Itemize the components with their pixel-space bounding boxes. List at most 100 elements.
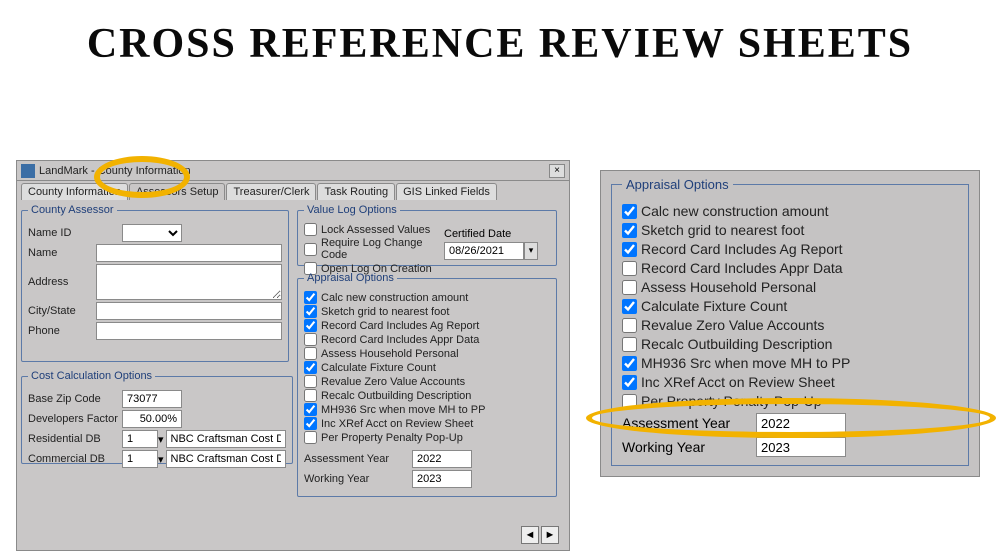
chk-mh936-src-when-move-mh-to-pp[interactable] [304,403,317,416]
base-zip-input[interactable] [122,390,182,408]
chk-revalue-zero-value-accounts[interactable] [304,375,317,388]
address-input[interactable] [96,264,282,300]
label-res-db: Residential DB [28,433,122,445]
lbl-revalue-zero-value-accounts-zoom: Revalue Zero Value Accounts [641,317,824,333]
res-db-num[interactable] [122,430,158,448]
chk-record-card-includes-ag-report-zoom[interactable] [622,242,637,257]
chk-require-log-change[interactable] [304,243,317,256]
lbl-sketch-grid-to-nearest-foot: Sketch grid to nearest foot [321,306,449,318]
chk-per-property-penalty-pop-up[interactable] [304,431,317,444]
phone-input[interactable] [96,322,282,340]
lbl-per-property-penalty-pop-up: Per Property Penalty Pop-Up [321,432,463,444]
chk-record-card-includes-appr-data-zoom[interactable] [622,261,637,276]
chk-sketch-grid-to-nearest-foot[interactable] [304,305,317,318]
label-phone: Phone [28,325,96,337]
certified-date-picker-button[interactable]: ▾ [524,242,538,260]
chk-assess-household-personal[interactable] [304,347,317,360]
lbl-calc-new-construction-amount: Calc new construction amount [321,292,468,304]
com-db-num[interactable] [122,450,158,468]
working-year-input-zoom[interactable] [756,437,846,457]
tab-treasurer-clerk[interactable]: Treasurer/Clerk [226,183,316,200]
lbl-record-card-includes-appr-data: Record Card Includes Appr Data [321,334,479,346]
legend-county-assessor: County Assessor [28,204,117,216]
label-assessment-year: Assessment Year [304,453,412,465]
lbl-recalc-outbuilding-description-zoom: Recalc Outbuilding Description [641,336,832,352]
chk-record-card-includes-ag-report[interactable] [304,319,317,332]
chk-sketch-grid-to-nearest-foot-zoom[interactable] [622,223,637,238]
chk-recalc-outbuilding-description-zoom[interactable] [622,337,637,352]
lbl-assess-household-personal-zoom: Assess Household Personal [641,279,816,295]
lbl-inc-xref-acct-on-review-sheet-zoom: Inc XRef Acct on Review Sheet [641,374,835,390]
com-db-src[interactable] [166,450,286,468]
window-body: County Assessor Name ID Name Address Cit… [17,200,569,550]
group-appraisal-zoom: Appraisal Options Calc new construction … [611,177,969,466]
chk-revalue-zero-value-accounts-zoom[interactable] [622,318,637,333]
group-appraisal: Appraisal Options Calc new construction … [297,272,557,497]
label-certified-date: Certified Date [444,228,550,240]
app-icon [21,164,35,178]
close-button[interactable]: × [549,164,565,178]
working-year-input[interactable] [412,470,472,488]
lbl-inc-xref-acct-on-review-sheet: Inc XRef Acct on Review Sheet [321,418,473,430]
group-county-assessor: County Assessor Name ID Name Address Cit… [21,204,289,362]
chk-per-property-penalty-pop-up-zoom[interactable] [622,394,637,409]
assessment-year-input[interactable] [412,450,472,468]
chk-calculate-fixture-count-zoom[interactable] [622,299,637,314]
label-working-year: Working Year [304,473,412,485]
chk-recalc-outbuilding-description[interactable] [304,389,317,402]
appraisal-options-panel-zoom: Appraisal Options Calc new construction … [600,170,980,477]
legend-value-log: Value Log Options [304,204,400,216]
label-assessment-year-zoom: Assessment Year [622,415,756,431]
chk-mh936-src-when-move-mh-to-pp-zoom[interactable] [622,356,637,371]
res-db-drop[interactable]: ▾ [158,433,164,446]
group-value-log: Value Log Options Lock Assessed Values R… [297,204,557,266]
prev-button[interactable]: ◄ [521,526,539,544]
next-button[interactable]: ► [541,526,559,544]
legend-appraisal: Appraisal Options [304,272,397,284]
chk-record-card-includes-appr-data[interactable] [304,333,317,346]
lbl-calc-new-construction-amount-zoom: Calc new construction amount [641,203,829,219]
lbl-lock-assessed: Lock Assessed Values [321,224,430,236]
county-info-window: LandMark - County Information × County I… [16,160,570,551]
assessment-year-input-zoom[interactable] [756,413,846,433]
lbl-record-card-includes-ag-report-zoom: Record Card Includes Ag Report [641,241,843,257]
lbl-record-card-includes-appr-data-zoom: Record Card Includes Appr Data [641,260,843,276]
label-base-zip: Base Zip Code [28,393,122,405]
city-state-input[interactable] [96,302,282,320]
name-id-select[interactable] [122,224,182,242]
legend-cost-calc: Cost Calculation Options [28,370,155,382]
tab-assessors-setup[interactable]: Assessors Setup [129,183,226,200]
lbl-require-log-change: Require Log Change Code [321,237,444,261]
name-input[interactable] [96,244,282,262]
chk-calc-new-construction-amount-zoom[interactable] [622,204,637,219]
legend-appraisal-zoom: Appraisal Options [622,177,733,192]
certified-date-input[interactable] [444,242,524,260]
label-dev-factor: Developers Factor [28,413,122,425]
label-working-year-zoom: Working Year [622,439,756,455]
group-cost-calc: Cost Calculation Options Base Zip Code D… [21,370,293,464]
window-title: LandMark - County Information [39,165,549,177]
titlebar: LandMark - County Information × [17,161,569,181]
chk-calculate-fixture-count[interactable] [304,361,317,374]
chk-inc-xref-acct-on-review-sheet[interactable] [304,417,317,430]
tab-county-information[interactable]: County Information [21,183,128,200]
lbl-recalc-outbuilding-description: Recalc Outbuilding Description [321,390,471,402]
chk-lock-assessed[interactable] [304,223,317,236]
tabs: County Information Assessors Setup Treas… [17,181,569,200]
tab-task-routing[interactable]: Task Routing [317,183,395,200]
page-title: CROSS REFERENCE REVIEW SHEETS [0,20,1000,68]
tab-gis-linked-fields[interactable]: GIS Linked Fields [396,183,497,200]
com-db-drop[interactable]: ▾ [158,453,164,466]
chk-inc-xref-acct-on-review-sheet-zoom[interactable] [622,375,637,390]
lbl-calculate-fixture-count: Calculate Fixture Count [321,362,436,374]
lbl-sketch-grid-to-nearest-foot-zoom: Sketch grid to nearest foot [641,222,804,238]
res-db-src[interactable] [166,430,286,448]
label-name-id: Name ID [28,227,122,239]
chk-calc-new-construction-amount[interactable] [304,291,317,304]
label-city-state: City/State [28,305,96,317]
lbl-per-property-penalty-pop-up-zoom: Per Property Penalty Pop-Up [641,393,822,409]
chk-assess-household-personal-zoom[interactable] [622,280,637,295]
label-com-db: Commercial DB [28,453,122,465]
dev-factor-input[interactable] [122,410,182,428]
lbl-record-card-includes-ag-report: Record Card Includes Ag Report [321,320,479,332]
